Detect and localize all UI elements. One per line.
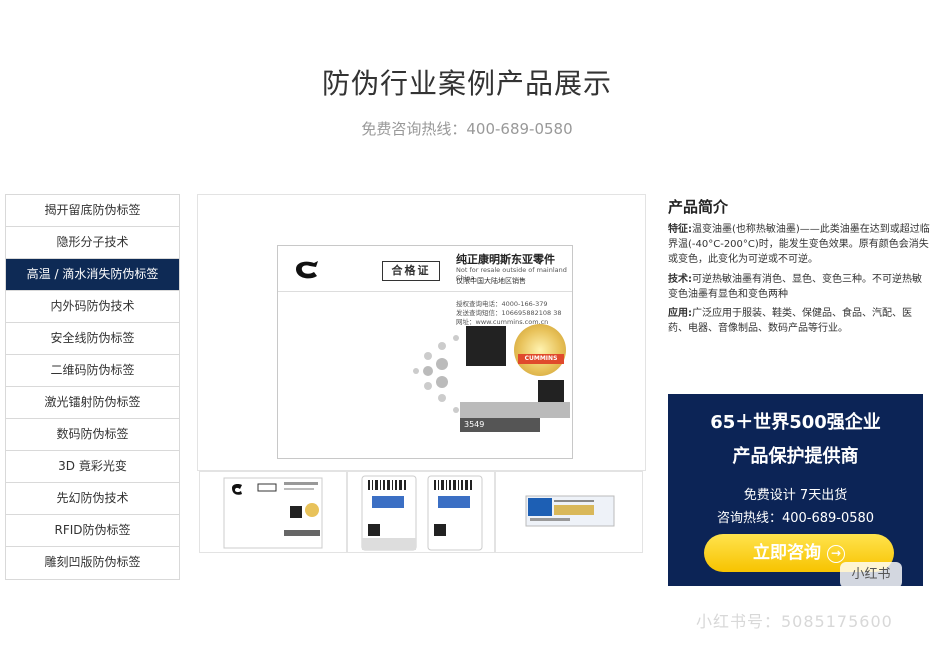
promo-delivery: 免费设计 7天出货 xyxy=(743,488,848,503)
main-product-image: 合格证 纯正康明斯东亚零件 Not for resale outside of … xyxy=(197,194,646,471)
brand-tag: CUMMINS xyxy=(518,354,564,364)
promo-subheadline: 产品保护提供商 xyxy=(732,446,859,467)
page-title: 防伪行业案例产品展示 xyxy=(321,67,612,100)
sidebar-item-security-thread[interactable]: 安全线防伪标签 xyxy=(6,323,179,355)
sidebar-item-laser-hologram[interactable]: 激光镭射防伪标签 xyxy=(6,387,179,419)
sidebar-item-qr-code[interactable]: 二维码防伪标签 xyxy=(6,355,179,387)
certificate-label: 合格证 纯正康明斯东亚零件 Not for resale outside of … xyxy=(277,245,573,459)
intro-feature: 特征:温变油墨(也称热敏油墨)——此类油墨在达到或超过临界温(-40°C-200… xyxy=(668,224,930,265)
sidebar-item-intaglio[interactable]: 雕刻凹版防伪标签 xyxy=(6,547,179,579)
genuine-cn-text: 仅限中国大陆地区销售 xyxy=(456,277,526,285)
gold-seal-icon xyxy=(514,324,566,376)
sidebar-item-3d-optical[interactable]: 3D 竟彩光变 xyxy=(6,451,179,483)
cummins-logo-icon xyxy=(296,261,318,279)
thumbnail-barcode-labels-icon xyxy=(361,475,483,551)
category-sidebar: 揭开留底防伪标签 隐形分子技术 高温 / 滴水消失防伪标签 内外码防伪技术 安全… xyxy=(5,194,180,580)
xiaohongshu-badge: 小红书 xyxy=(840,562,902,588)
intro-title: 产品简介 xyxy=(668,198,729,216)
promo-hotline: 咨询热线：400-689-0580 xyxy=(716,511,875,526)
sidebar-item-illusion[interactable]: 先幻防伪技术 xyxy=(6,483,179,515)
sidebar-item-digital[interactable]: 数码防伪标签 xyxy=(6,419,179,451)
intro-tech: 技术:可逆热敏油墨有消色、显色、变色三种。不可逆热敏变色油墨有显色和变色两种 xyxy=(668,274,922,300)
promo-headline: 65＋世界500强企业 xyxy=(710,412,881,433)
genuine-title: 纯正康明斯东亚零件 xyxy=(456,253,555,266)
promo-banner: 65＋世界500强企业 产品保护提供商 免费设计 7天出货 咨询热线：400-6… xyxy=(668,394,923,586)
sidebar-item-inner-outer-code[interactable]: 内外码防伪技术 xyxy=(6,291,179,323)
thumbnail-1[interactable] xyxy=(199,471,347,553)
hotline-text: 免费咨询热线：400-689-0580 xyxy=(361,120,573,138)
serial-number: 3549 xyxy=(460,418,540,432)
xiaohongshu-watermark: 小红书号：5085175600 xyxy=(696,612,893,631)
thumbnail-label-preview-icon xyxy=(223,477,323,549)
sidebar-item-peel-reveal[interactable]: 揭开留底防伪标签 xyxy=(6,195,179,227)
arrow-right-icon: → xyxy=(827,545,845,563)
thumbnail-skf-label-icon xyxy=(525,495,615,527)
intro-application: 应用:广泛应用于服装、鞋类、保健品、食品、汽配、医药、电器、音像制品、数码产品等… xyxy=(668,308,912,334)
sidebar-item-rfid[interactable]: RFID防伪标签 xyxy=(6,515,179,547)
sidebar-item-thermal-label[interactable]: 高温 / 滴水消失防伪标签 xyxy=(6,259,179,291)
qr-code-icon xyxy=(466,326,506,366)
sidebar-item-invisible-molecule[interactable]: 隐形分子技术 xyxy=(6,227,179,259)
thumbnail-2[interactable] xyxy=(347,471,495,553)
thumbnail-3[interactable] xyxy=(495,471,643,553)
cert-box: 合格证 xyxy=(382,261,440,281)
